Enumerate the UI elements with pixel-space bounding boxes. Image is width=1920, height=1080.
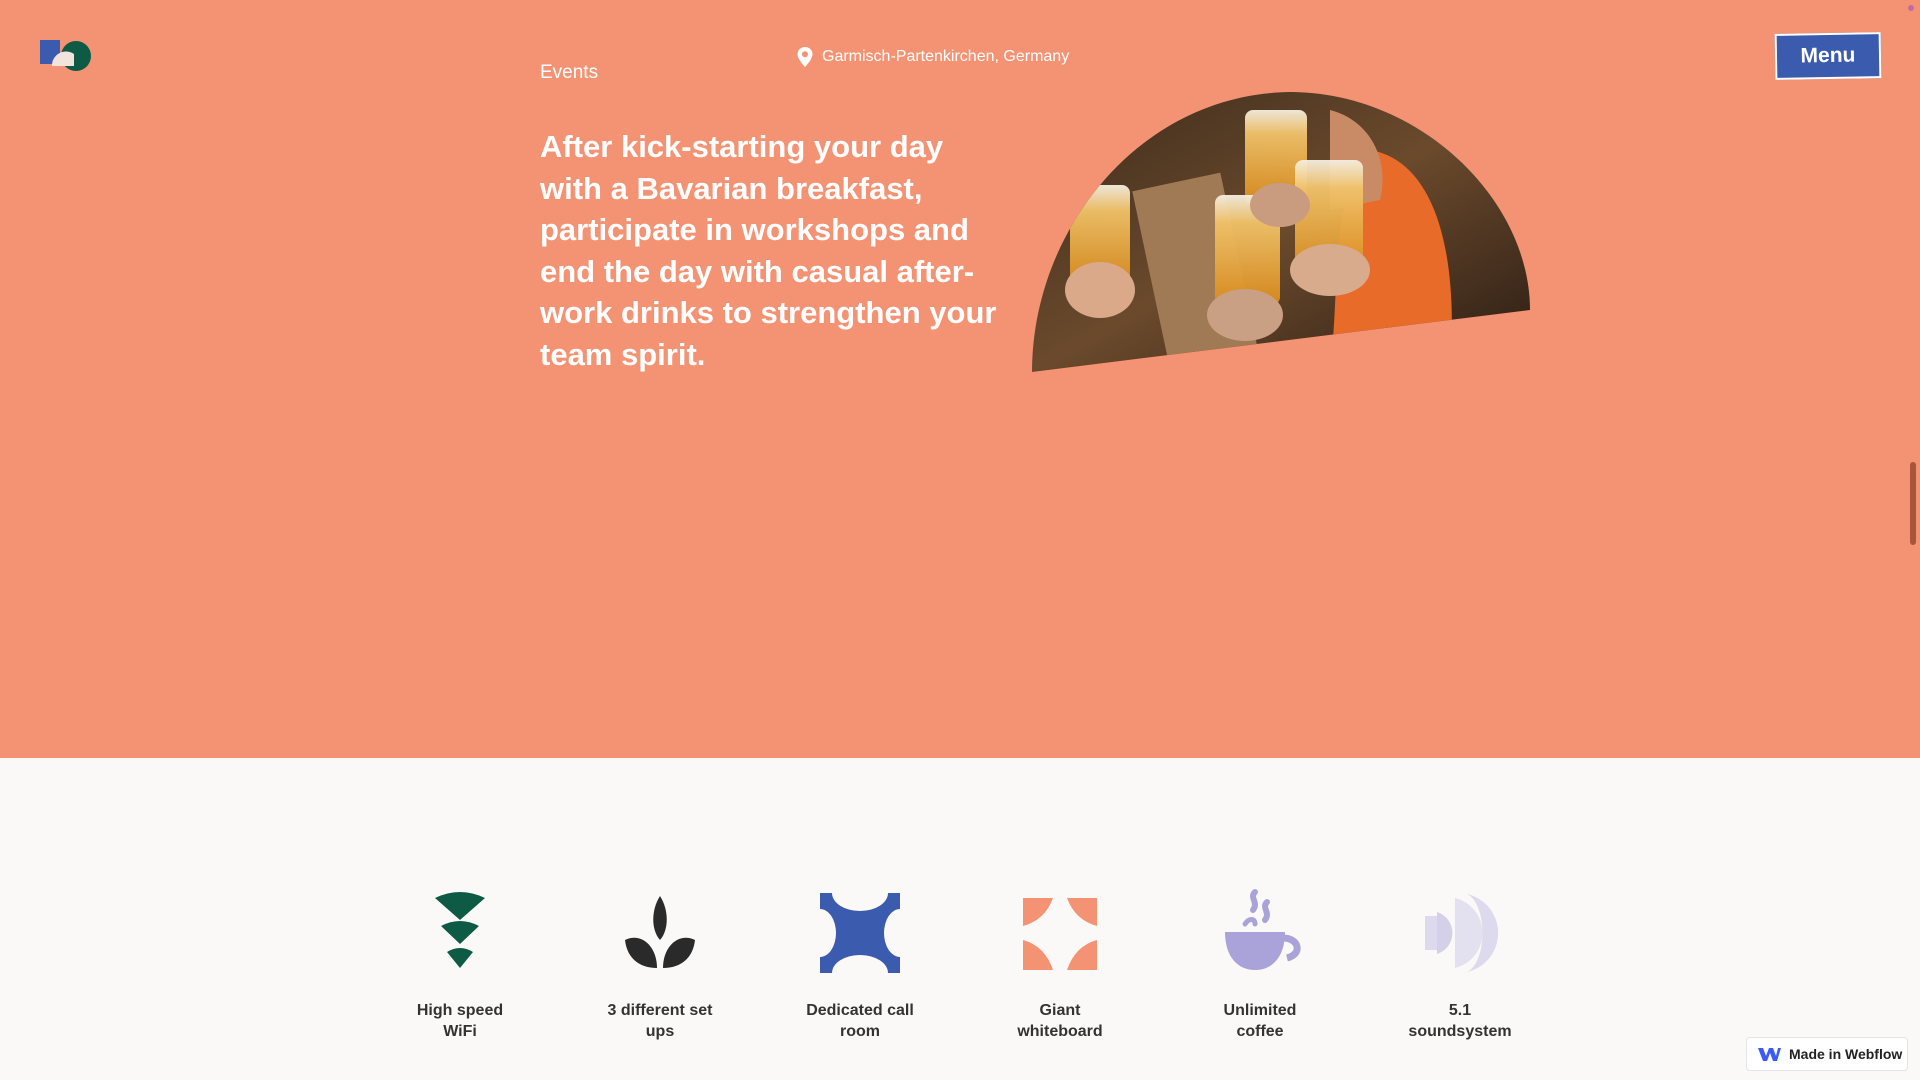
feature-coffee: Unlimited coffee <box>1175 888 1345 1042</box>
menu-button[interactable]: Menu <box>1774 32 1882 80</box>
scrollbar-thumb[interactable] <box>1910 462 1916 545</box>
speaker-icon <box>1425 894 1499 972</box>
feature-label-line1: 3 different set <box>607 1002 713 1019</box>
feature-setups: 3 different set ups <box>575 888 745 1042</box>
feature-label-line1: Giant <box>1039 1002 1081 1019</box>
feature-sound: 5.1 soundsystem <box>1375 888 1545 1042</box>
feature-wifi: High speed WiFi <box>375 888 545 1042</box>
nav-events-link[interactable]: Events <box>540 62 598 84</box>
feature-label-line2: WiFi <box>443 1023 477 1040</box>
feature-label-line2: coffee <box>1236 1023 1284 1040</box>
webflow-badge-label: Made in Webflow <box>1789 1046 1903 1062</box>
feature-label-line1: High speed <box>416 1002 504 1019</box>
feature-call-room: Dedicated call room <box>775 888 945 1042</box>
features-section: High speed WiFi 3 different set ups Dedi… <box>0 758 1920 1080</box>
map-pin-icon <box>797 47 813 67</box>
feature-label-line1: Dedicated call <box>806 1002 914 1019</box>
leaf-icon <box>625 896 695 968</box>
site-logo[interactable] <box>38 36 94 76</box>
hero-headline: After kick-starting your day with a Bava… <box>540 129 997 372</box>
corner-indicator <box>1908 5 1914 11</box>
made-in-webflow-badge[interactable]: Made in Webflow <box>1746 1037 1908 1071</box>
hero-section <box>0 0 1920 758</box>
coffee-icon <box>1225 889 1301 970</box>
whiteboard-icon <box>1023 898 1097 970</box>
beer-toast-photo <box>1032 92 1530 372</box>
feature-label-line1: Unlimited <box>1223 1002 1297 1019</box>
feature-label-line1: 5.1 <box>1448 1002 1472 1019</box>
feature-whiteboard: Giant whiteboard <box>975 888 1145 1042</box>
feature-label-line2: room <box>840 1023 880 1040</box>
location: Garmisch-Partenkirchen, Germany <box>796 46 1069 68</box>
call-room-icon <box>815 888 905 978</box>
feature-label-line2: ups <box>645 1023 675 1040</box>
feature-label-line2: whiteboard <box>1017 1023 1103 1040</box>
webflow-logo-icon <box>1758 1048 1781 1061</box>
wifi-icon <box>435 892 485 968</box>
location-text: Garmisch-Partenkirchen, Germany <box>822 48 1070 65</box>
feature-label-line2: soundsystem <box>1408 1023 1512 1040</box>
